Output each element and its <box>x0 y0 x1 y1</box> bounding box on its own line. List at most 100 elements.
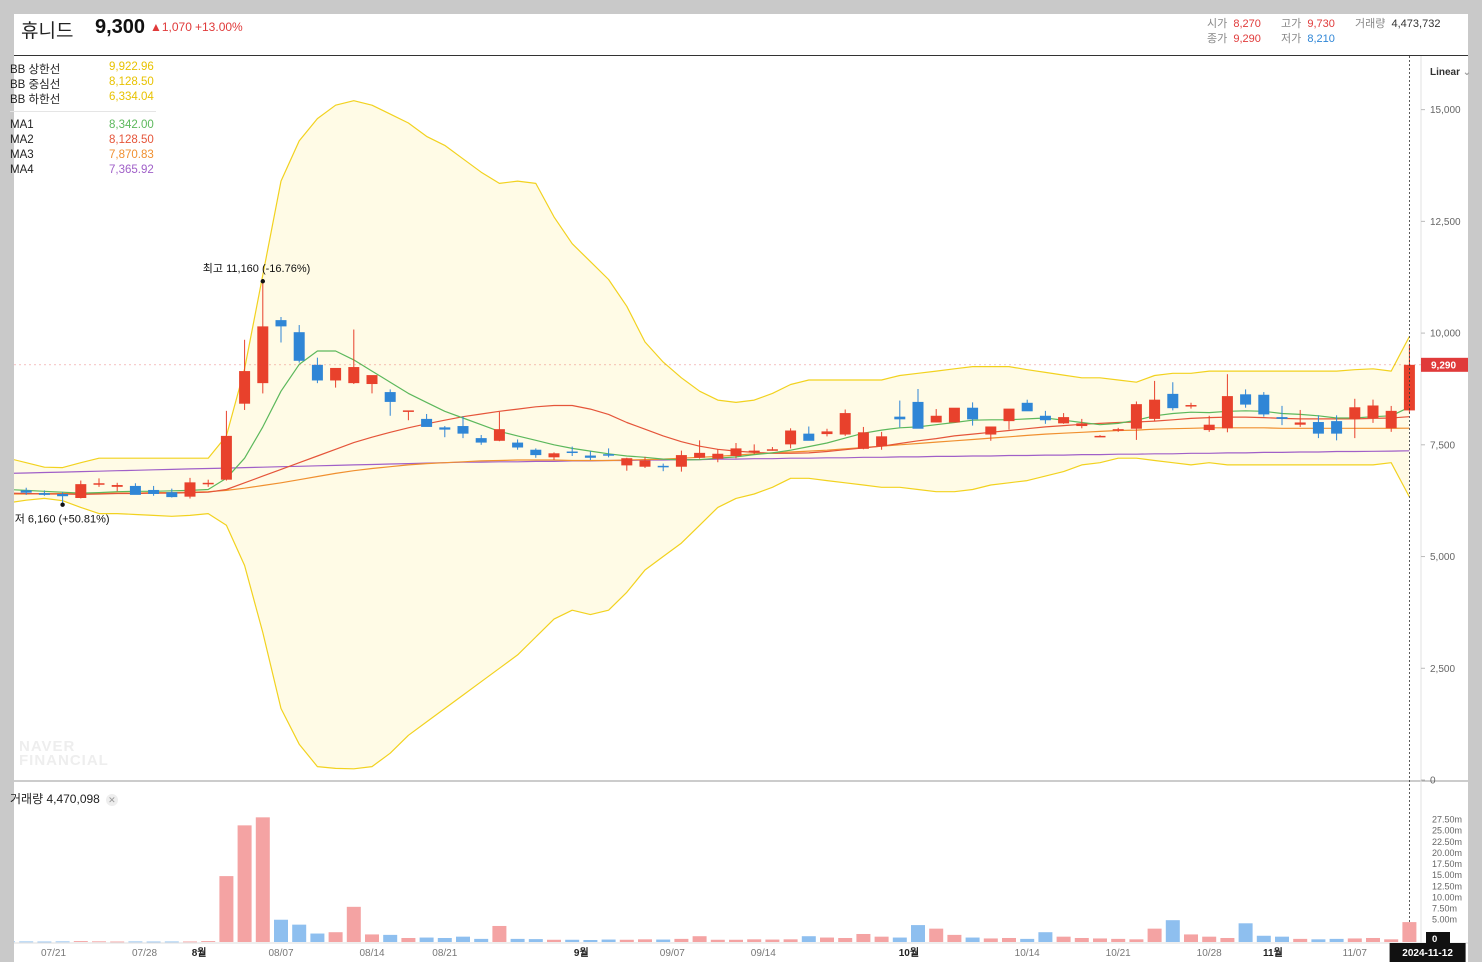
candle-body <box>821 431 833 435</box>
candle-body <box>876 436 888 447</box>
volume-bar <box>947 934 962 942</box>
ma4-legend-value: 7,365.92 <box>109 164 154 176</box>
volume-bar <box>820 937 834 942</box>
candle-body <box>675 455 687 467</box>
ma1-legend: MA1 <box>10 119 34 131</box>
volume-bar <box>619 939 634 942</box>
volume-bar <box>510 938 525 942</box>
volume-bar <box>801 936 816 942</box>
candle-body <box>603 454 615 456</box>
candle-body <box>1312 422 1324 434</box>
candle-body <box>93 483 105 485</box>
date-tick-label: 8월 <box>192 947 207 959</box>
candle-body <box>330 367 342 381</box>
volume-tick-label: 7.50m <box>1432 904 1457 914</box>
chevron-down-icon: ⌄ <box>1462 67 1472 78</box>
candle-body <box>1403 364 1415 411</box>
current-date-label: 2024-11-12 <box>1402 948 1453 959</box>
candle-body <box>584 455 596 458</box>
volume-bar <box>892 937 907 942</box>
candle-body <box>166 492 178 498</box>
date-tick-label: 10/28 <box>1197 948 1222 959</box>
date-tick-label: 08/14 <box>359 948 384 959</box>
volume-bar <box>110 941 125 943</box>
volume-tick-label: 5.00m <box>1432 915 1457 925</box>
candle-body <box>748 450 760 453</box>
ma3-legend-value: 7,870.83 <box>109 149 154 161</box>
candle-body <box>1112 429 1124 431</box>
candle-body <box>930 415 942 423</box>
candle-body <box>1003 408 1015 422</box>
candle-body <box>1185 405 1197 407</box>
annotation-label: 최저 6,160 (+50.81%) <box>14 513 110 526</box>
volume-bar <box>765 939 780 942</box>
volume-bar <box>692 936 707 942</box>
volume-bar <box>383 934 398 942</box>
volume-bar <box>274 919 288 942</box>
volume-bar <box>92 941 106 943</box>
volume-bar <box>55 941 70 943</box>
candle-body <box>1294 422 1306 425</box>
volume-bar <box>365 934 379 942</box>
candle-body <box>1367 405 1379 418</box>
volume-bar <box>492 925 507 942</box>
price-tick-label: 15,000 <box>1430 105 1461 116</box>
volume-bar <box>1220 937 1235 942</box>
candle-body <box>311 364 323 381</box>
candle-body <box>1349 407 1361 419</box>
bollinger-band-fill <box>14 100 1410 769</box>
volume-bar <box>419 937 434 942</box>
candle-body <box>220 435 232 480</box>
chart-frame: 휴니드 9,300 ▲1,070 +13.00% 시가 8,270 고가 9,7… <box>10 14 1471 962</box>
candle-body <box>293 332 305 361</box>
ma3-legend: MA3 <box>10 149 34 161</box>
volume-bar <box>1165 920 1180 942</box>
volume-bar <box>456 936 470 942</box>
candle-body <box>730 448 742 456</box>
volume-bar <box>656 939 671 942</box>
close-icon[interactable]: ✕ <box>105 793 118 806</box>
date-tick-label: 9월 <box>574 947 589 959</box>
volume-bar <box>1093 938 1107 942</box>
volume-bar <box>1384 939 1399 942</box>
volume-bar <box>1074 937 1089 942</box>
candle-body <box>839 413 851 435</box>
candle-body <box>1258 394 1270 415</box>
scale-mode-toggle[interactable]: Linear ⌄ <box>1430 67 1471 78</box>
volume-bar <box>583 939 598 942</box>
volume-bar <box>14 941 15 943</box>
annotation-label: 최고 11,160 (-16.76%) <box>203 262 310 275</box>
volume-bar <box>638 939 652 942</box>
date-tick-label: 07/21 <box>41 948 66 959</box>
volume-tick-label: 17.50m <box>1432 859 1462 869</box>
price-tick-label: 0 <box>1430 776 1436 787</box>
date-tick-label: 11/07 <box>1343 948 1368 959</box>
ma2-legend: MA2 <box>10 134 34 146</box>
volume-bar <box>328 932 343 942</box>
legend-divider <box>10 111 156 112</box>
candle-body <box>1221 396 1233 429</box>
bb-legend-middle: BB 중심선 <box>10 79 61 91</box>
ma1-legend-value: 8,342.00 <box>109 119 154 131</box>
volume-bar <box>1366 937 1380 942</box>
current-price-tag-label: 9,290 <box>1431 360 1456 371</box>
candle-body <box>75 484 87 498</box>
volume-bar <box>310 933 325 942</box>
volume-tick-label: 12.50m <box>1432 881 1462 891</box>
candle-body <box>275 320 287 327</box>
bb-legend-lower: BB 하한선 <box>10 94 61 106</box>
ma4-legend: MA4 <box>10 164 34 176</box>
volume-bar <box>255 817 270 942</box>
candle-body <box>985 426 997 435</box>
candle-body <box>785 430 797 445</box>
volume-bar <box>965 937 980 942</box>
date-tick-label: 10/14 <box>1015 948 1040 959</box>
candle-body <box>129 485 141 495</box>
volume-bar <box>1129 939 1144 942</box>
volume-bar <box>146 941 161 943</box>
volume-bar <box>929 928 944 942</box>
bb-legend-middle-value: 8,128.50 <box>109 76 154 88</box>
volume-bars <box>14 817 1417 943</box>
candle-body <box>1039 415 1051 421</box>
price-volume-chart[interactable]: 0 2,500 5,000 7,500 10,000 12,500 15,000 9,290 최… <box>14 14 1468 962</box>
